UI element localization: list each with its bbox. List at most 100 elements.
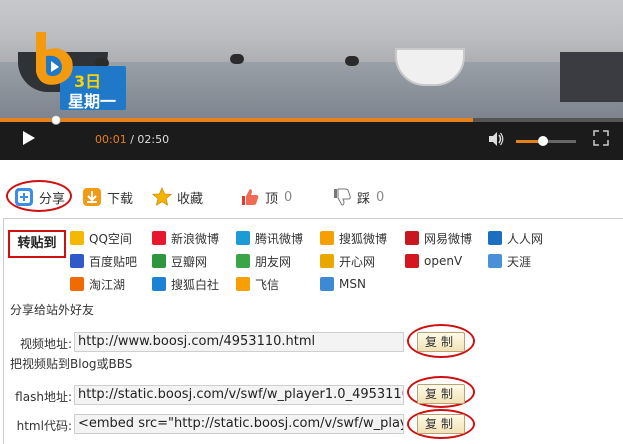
progress-bar[interactable] — [0, 115, 623, 125]
action-bar: 分享 下载 收藏 顶 0 踩 0 — [0, 178, 623, 216]
channel-logo-icon — [36, 32, 73, 85]
play-icon[interactable] — [22, 130, 36, 146]
netease-weibo-icon — [405, 231, 419, 245]
share-site-kaixin[interactable]: 开心网 — [320, 252, 375, 270]
share-site-renren[interactable]: 人人网 — [488, 229, 543, 247]
share-site-label: openV — [424, 254, 463, 268]
share-site-sina-weibo[interactable]: 新浪微博 — [152, 229, 219, 247]
share-site-label: 淘江湖 — [89, 277, 126, 292]
share-site-label: 新浪微博 — [171, 231, 220, 246]
share-site-tianya[interactable]: 天涯 — [488, 252, 531, 270]
msn-icon — [320, 277, 334, 291]
sohu-baishe-icon — [152, 277, 166, 291]
studio-person — [395, 48, 465, 86]
share-site-label: 搜狐微博 — [339, 231, 388, 246]
video-frame[interactable]: 3日 星期一 — [0, 0, 623, 118]
share-site-label: 网易微博 — [424, 231, 473, 246]
share-site-taojianghu[interactable]: 淘江湖 — [70, 275, 125, 293]
video-url-field[interactable]: http://www.boosj.com/4953110.html — [74, 332, 404, 352]
downvote-button[interactable]: 踩 0 — [332, 185, 384, 209]
taojianghu-icon — [70, 277, 84, 291]
volume-icon[interactable] — [488, 131, 504, 147]
favorite-label: 收藏 — [177, 191, 204, 207]
upvote-label: 顶 — [265, 191, 279, 207]
kaixin-icon — [320, 254, 334, 268]
time-separator: / — [126, 133, 138, 146]
openv-icon — [405, 254, 419, 268]
microphone — [230, 54, 244, 64]
share-site-label: 天涯 — [507, 254, 532, 269]
share-site-sohu-baishe[interactable]: 搜狐白社 — [152, 275, 219, 293]
downvote-count: 0 — [376, 189, 385, 205]
tianya-icon — [488, 254, 502, 268]
downvote-label: 踩 — [357, 191, 371, 207]
time-total: 02:50 — [137, 133, 170, 146]
time-display: 00:01 / 02:50 — [95, 133, 169, 146]
share-site-label: 百度贴吧 — [89, 254, 138, 269]
share-site-tencent-weibo[interactable]: 腾讯微博 — [236, 229, 303, 247]
progress-fill — [0, 118, 474, 122]
share-site-baidu-tieba[interactable]: 百度贴吧 — [70, 252, 137, 270]
upvote-count: 0 — [284, 189, 293, 205]
douban-icon — [152, 254, 166, 268]
share-icon — [15, 188, 33, 206]
tencent-weibo-icon — [236, 231, 250, 245]
fetion-icon — [236, 277, 250, 291]
share-site-label: QQ空间 — [89, 231, 132, 246]
copy-html-code-button[interactable]: 复制 — [417, 414, 465, 434]
share-site-label: 豆瓣网 — [171, 254, 208, 269]
share-site-label: 人人网 — [507, 231, 544, 246]
download-icon — [83, 188, 101, 206]
video-url-label: 视频地址: — [19, 337, 72, 351]
share-site-msn[interactable]: MSN — [320, 275, 366, 293]
baidu-tieba-icon — [70, 254, 84, 268]
share-friends-title: 分享给站外好友 — [10, 303, 95, 317]
video-player[interactable]: 3日 星期一 00:01 / 02:50 — [0, 0, 623, 160]
microphone — [345, 56, 359, 66]
share-label: 分享 — [39, 191, 66, 207]
sina-weibo-icon — [152, 231, 166, 245]
thumbs-up-icon — [242, 189, 259, 205]
qzone-icon — [70, 231, 84, 245]
download-label: 下载 — [107, 191, 134, 207]
sohu-weibo-icon — [320, 231, 334, 245]
fullscreen-icon[interactable] — [593, 130, 609, 146]
share-site-label: 搜狐白社 — [171, 277, 220, 292]
volume-slider[interactable] — [516, 136, 576, 146]
flash-url-field[interactable]: http://static.boosj.com/v/swf/w_player1.… — [74, 385, 404, 405]
date-week: 星期一 — [68, 92, 117, 111]
blog-bbs-title: 把视频贴到Blog或BBS — [10, 357, 133, 371]
share-site-pengyou[interactable]: 朋友网 — [236, 252, 291, 270]
thumbs-down-icon — [334, 188, 351, 206]
share-site-douban[interactable]: 豆瓣网 — [152, 252, 207, 270]
flash-url-label: flash地址: — [15, 390, 72, 404]
share-site-netease-weibo[interactable]: 网易微博 — [405, 229, 472, 247]
renren-icon — [488, 231, 502, 245]
share-panel: 转贴到 QQ空间 新浪微博 腾讯微博 搜狐微博 网易微博 人人网百度贴吧 豆瓣网 朋友网 开心网… — [3, 218, 623, 444]
share-site-label: 开心网 — [339, 254, 376, 269]
copy-flash-url-button[interactable]: 复制 — [417, 384, 465, 404]
share-site-qzone[interactable]: QQ空间 — [70, 229, 132, 247]
html-code-label: html代码: — [16, 419, 72, 433]
volume-handle[interactable] — [538, 136, 548, 146]
download-button[interactable]: 下载 — [82, 185, 133, 209]
upvote-button[interactable]: 顶 0 — [240, 185, 292, 209]
copy-video-url-button[interactable]: 复制 — [417, 332, 465, 352]
share-button[interactable]: 分享 — [14, 185, 65, 209]
share-site-sohu-weibo[interactable]: 搜狐微博 — [320, 229, 387, 247]
time-current: 00:01 — [95, 133, 127, 146]
share-site-label: MSN — [339, 277, 366, 291]
studio-person — [560, 52, 623, 102]
html-code-field[interactable]: <embed src="http://static.boosj.com/v/sw… — [74, 414, 404, 434]
star-icon — [152, 187, 172, 206]
share-site-label: 朋友网 — [255, 254, 292, 269]
share-site-label: 飞信 — [255, 277, 280, 292]
favorite-button[interactable]: 收藏 — [152, 185, 203, 209]
progress-handle[interactable] — [51, 115, 62, 125]
repost-to-label: 转贴到 — [8, 230, 66, 258]
share-site-fetion[interactable]: 飞信 — [236, 275, 279, 293]
share-site-openv[interactable]: openV — [405, 252, 462, 270]
pengyou-icon — [236, 254, 250, 268]
player-controls: 00:01 / 02:50 — [0, 115, 623, 160]
share-site-label: 腾讯微博 — [255, 231, 304, 246]
